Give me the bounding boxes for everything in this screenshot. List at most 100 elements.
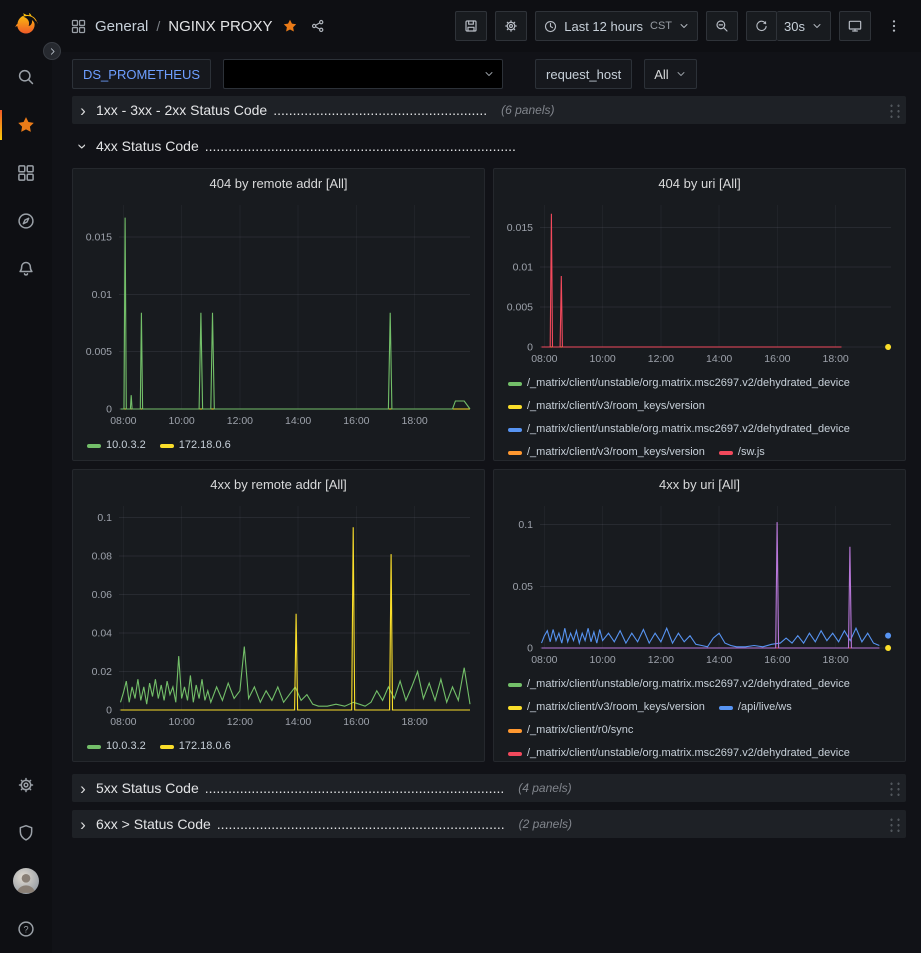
panel-title[interactable]: 4xx by remote addr [All]	[73, 470, 484, 498]
legend-swatch-icon	[508, 683, 522, 687]
dashboard-settings-button[interactable]	[495, 11, 527, 41]
legend-item[interactable]: 172.18.0.6	[160, 738, 231, 755]
legend-item[interactable]: 10.0.3.2	[87, 437, 146, 454]
svg-text:0.05: 0.05	[513, 581, 534, 593]
grafana-logo-icon[interactable]	[11, 10, 41, 45]
svg-text:0.005: 0.005	[86, 346, 112, 358]
zoom-out-button[interactable]	[706, 11, 738, 41]
panel-title[interactable]: 4xx by uri [All]	[494, 470, 905, 498]
sidebar-item-dashboards[interactable]	[0, 149, 52, 197]
kebab-icon	[886, 18, 902, 34]
shield-icon	[16, 823, 36, 843]
chart-svg: 08:0010:0012:0014:0016:0018:0000.0050.01…	[73, 197, 484, 429]
svg-text:0: 0	[527, 342, 533, 354]
row-panel-count: (6 panels)	[501, 103, 554, 117]
chart-area[interactable]: 08:0010:0012:0014:0016:0018:0000.0050.01…	[494, 197, 905, 367]
legend-item[interactable]: /_matrix/client/unstable/org.matrix.msc2…	[508, 375, 850, 392]
more-options-button[interactable]	[879, 11, 909, 41]
row-5xx[interactable]: › 5xx Status Code ......................…	[72, 774, 906, 802]
svg-text:08:00: 08:00	[110, 716, 136, 728]
svg-text:10:00: 10:00	[589, 353, 615, 365]
svg-text:0.015: 0.015	[86, 232, 112, 244]
row-title: 5xx Status Code	[96, 780, 199, 796]
sidebar-item-server-admin[interactable]	[0, 809, 52, 857]
panel-title[interactable]: 404 by uri [All]	[494, 169, 905, 197]
legend-item[interactable]: /_matrix/client/unstable/org.matrix.msc2…	[508, 421, 850, 438]
svg-text:18:00: 18:00	[402, 716, 428, 728]
breadcrumb-separator: /	[156, 18, 160, 34]
legend-item[interactable]: /_matrix/client/v3/room_keys/version	[508, 699, 705, 716]
svg-text:?: ?	[23, 924, 28, 934]
legend-item[interactable]: /_matrix/client/unstable/org.matrix.msc2…	[508, 676, 850, 693]
svg-text:12:00: 12:00	[648, 353, 674, 365]
refresh-interval-select[interactable]: 30s	[777, 11, 831, 41]
legend-item[interactable]: /_matrix/client/v3/room_keys/version	[508, 398, 705, 415]
row-6xx[interactable]: › 6xx > Status Code ....................…	[72, 810, 906, 838]
zoom-out-icon	[714, 18, 730, 34]
sidebar-item-settings[interactable]	[0, 761, 52, 809]
breadcrumb-folder[interactable]: General	[95, 18, 148, 35]
legend-item[interactable]: /_matrix/client/unstable/org.matrix.msc2…	[508, 745, 850, 761]
chart-area[interactable]: 08:0010:0012:0014:0016:0018:0000.0050.01…	[73, 197, 484, 429]
legend-label: 10.0.3.2	[106, 738, 146, 755]
share-button[interactable]	[308, 16, 328, 36]
panel-404-by-uri: 404 by uri [All] 08:0010:0012:0014:0016:…	[493, 168, 906, 461]
chevron-down-icon	[811, 20, 823, 32]
drag-handle-icon[interactable]	[887, 816, 902, 833]
drag-handle-icon[interactable]	[887, 780, 902, 797]
request-host-variable-label[interactable]: request_host	[535, 59, 632, 89]
chevron-right-icon: ›	[76, 102, 90, 119]
chevron-down-icon	[483, 68, 495, 80]
time-range-picker[interactable]: Last 12 hours CST	[535, 11, 698, 41]
legend-swatch-icon	[508, 752, 522, 756]
sidebar-item-profile[interactable]	[0, 857, 52, 905]
datasource-variable-label[interactable]: DS_PROMETHEUS	[72, 59, 211, 89]
svg-text:08:00: 08:00	[110, 415, 136, 427]
svg-text:16:00: 16:00	[343, 415, 369, 427]
legend-label: /_matrix/client/v3/room_keys/version	[527, 444, 705, 460]
sidebar-item-explore[interactable]	[0, 197, 52, 245]
refresh-button[interactable]	[746, 11, 777, 41]
legend-item[interactable]: 10.0.3.2	[87, 738, 146, 755]
drag-handle-icon[interactable]	[887, 102, 902, 119]
panel-title[interactable]: 404 by remote addr [All]	[73, 169, 484, 197]
chart-area[interactable]: 08:0010:0012:0014:0016:0018:0000.020.040…	[73, 498, 484, 730]
favorite-star-button[interactable]	[280, 16, 300, 36]
avatar	[13, 868, 39, 894]
legend-swatch-icon	[508, 451, 522, 455]
sidebar-item-search[interactable]	[0, 53, 52, 101]
dashboard-title[interactable]: NGINX PROXY	[168, 18, 272, 35]
sidebar-item-alerting[interactable]	[0, 245, 52, 293]
sidebar-item-starred[interactable]	[0, 101, 52, 149]
datasource-variable-select[interactable]	[223, 59, 503, 89]
svg-text:0.015: 0.015	[507, 222, 533, 234]
legend-item[interactable]: /sw.js	[719, 444, 765, 460]
chevron-right-icon: ›	[76, 816, 90, 833]
time-range-label: Last 12 hours	[564, 19, 643, 34]
chevron-down-icon: ›	[75, 139, 92, 153]
tv-mode-button[interactable]	[839, 11, 871, 41]
refresh-interval-value: 30s	[784, 19, 805, 34]
panel-legend: 10.0.3.2 172.18.0.6	[73, 429, 484, 460]
breadcrumb: General / NGINX PROXY	[70, 16, 328, 36]
panel-404-by-remote-addr: 404 by remote addr [All] 08:0010:0012:00…	[72, 168, 485, 461]
legend-item[interactable]: 172.18.0.6	[160, 437, 231, 454]
clock-icon	[543, 19, 558, 34]
legend-label: 10.0.3.2	[106, 437, 146, 454]
legend-label: /_matrix/client/unstable/org.matrix.msc2…	[527, 745, 850, 761]
legend-item[interactable]: /_matrix/client/v3/room_keys/version	[508, 444, 705, 460]
save-dashboard-button[interactable]	[455, 11, 487, 41]
legend-swatch-icon	[719, 451, 733, 455]
chart-area[interactable]: 08:0010:0012:0014:0016:0018:0000.050.1	[494, 498, 905, 668]
search-icon	[16, 67, 36, 87]
row-4xx[interactable]: › 4xx Status Code ......................…	[72, 132, 906, 160]
row-1xx-3xx-2xx[interactable]: › 1xx - 3xx - 2xx Status Code ..........…	[72, 96, 906, 124]
sidebar-item-help[interactable]: ?	[0, 905, 52, 953]
dashboards-grid-icon	[16, 163, 36, 183]
legend-item[interactable]: /_matrix/client/r0/sync	[508, 722, 633, 739]
panel-legend: /_matrix/client/unstable/org.matrix.msc2…	[494, 668, 905, 761]
row-title: 1xx - 3xx - 2xx Status Code	[96, 102, 267, 118]
sidebar-expand-button[interactable]	[43, 42, 61, 60]
request-host-variable-select[interactable]: All	[644, 59, 696, 89]
legend-item[interactable]: /api/live/ws	[719, 699, 792, 716]
